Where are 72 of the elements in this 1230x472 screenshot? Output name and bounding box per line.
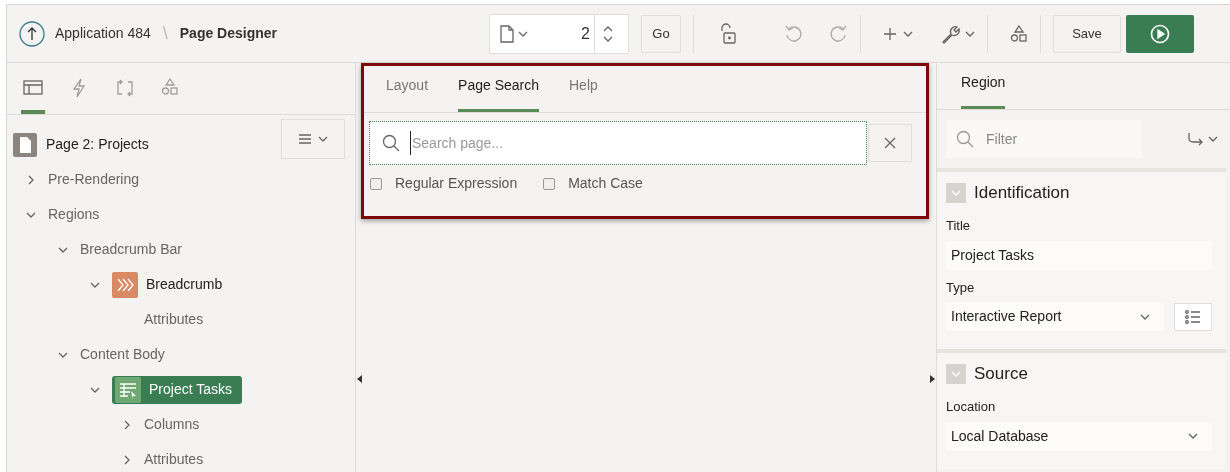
select-field[interactable]: Local Database bbox=[946, 421, 1212, 451]
page-title: Page Designer bbox=[179, 24, 278, 43]
sync-icon bbox=[115, 78, 135, 98]
page-icon bbox=[13, 132, 37, 157]
filter-field[interactable]: Filter bbox=[986, 127, 1126, 151]
list-icon bbox=[1185, 309, 1201, 324]
tree-node[interactable]: Regions bbox=[48, 200, 100, 229]
caret-icon bbox=[318, 135, 328, 143]
list-button[interactable] bbox=[1174, 302, 1212, 331]
select-field[interactable]: Interactive Report bbox=[946, 302, 1164, 331]
field-label: Location bbox=[946, 398, 997, 416]
tab[interactable]: Help bbox=[569, 72, 598, 112]
caret-icon bbox=[903, 29, 913, 38]
filter-box[interactable]: Filter bbox=[946, 120, 1142, 158]
spin-down-icon[interactable] bbox=[602, 35, 613, 43]
shapes-icon[interactable] bbox=[1010, 24, 1028, 43]
tree-node[interactable]: Columns bbox=[144, 410, 200, 439]
tree-menu-button[interactable] bbox=[281, 119, 345, 159]
checkbox-label: Match Case bbox=[568, 174, 643, 193]
tree-node[interactable]: Project Tasks bbox=[112, 375, 242, 404]
checkbox[interactable] bbox=[370, 177, 382, 190]
text-field[interactable]: Project Tasks bbox=[946, 240, 1212, 270]
page-icon bbox=[500, 24, 514, 43]
go-button[interactable]: Go bbox=[641, 14, 681, 53]
run-button[interactable] bbox=[1126, 14, 1194, 53]
caret-icon bbox=[1208, 135, 1218, 143]
spin-up-icon[interactable] bbox=[602, 24, 613, 32]
caret-icon bbox=[951, 189, 961, 197]
caret-icon bbox=[1140, 312, 1150, 321]
unlock-icon[interactable] bbox=[718, 22, 738, 45]
caret-icon bbox=[518, 29, 528, 38]
section-title: Identification bbox=[974, 182, 1070, 205]
application-link[interactable]: Application 484 bbox=[55, 23, 151, 44]
shapes-icon bbox=[161, 78, 181, 98]
tree-node[interactable]: Content Body bbox=[80, 340, 165, 369]
search-box[interactable]: Search page... bbox=[370, 122, 866, 164]
tree-node[interactable]: Attributes bbox=[144, 305, 204, 334]
collapse-right-icon[interactable] bbox=[930, 375, 935, 383]
go-to-group-button[interactable] bbox=[1188, 132, 1218, 146]
save-button[interactable]: Save bbox=[1053, 14, 1121, 53]
menu-icon bbox=[298, 134, 312, 144]
close-icon bbox=[884, 137, 896, 149]
turn-arrow-icon bbox=[1188, 132, 1204, 146]
breadcrumb-separator: \ bbox=[162, 22, 168, 45]
tree-node-label[interactable]: Page 2: Projects bbox=[46, 134, 149, 155]
caret-icon bbox=[951, 370, 961, 378]
search-field[interactable]: Search page... bbox=[410, 131, 866, 155]
tree-node[interactable]: Attributes bbox=[144, 445, 204, 472]
list-panel-icon bbox=[23, 78, 43, 98]
tree-node[interactable]: Breadcrumb bbox=[112, 270, 223, 299]
search-icon bbox=[382, 134, 400, 152]
search-icon bbox=[956, 130, 974, 148]
tree-node[interactable]: Breadcrumb Bar bbox=[80, 235, 182, 264]
collapse-left-icon[interactable] bbox=[357, 375, 362, 383]
tab[interactable]: Page Search bbox=[458, 72, 539, 112]
caret-icon bbox=[965, 29, 975, 38]
tab[interactable]: Region bbox=[961, 69, 1006, 109]
report-icon bbox=[115, 376, 141, 403]
tab[interactable]: Layout bbox=[386, 72, 429, 112]
plus-icon bbox=[883, 26, 897, 41]
section-title: Source bbox=[974, 363, 1028, 386]
play-icon bbox=[1150, 23, 1170, 44]
field-label: Type bbox=[946, 278, 976, 297]
checkbox-label: Regular Expression bbox=[395, 174, 518, 193]
wrench-icon bbox=[941, 23, 961, 44]
breadcrumb-icon bbox=[112, 271, 138, 298]
checkbox[interactable] bbox=[543, 177, 556, 190]
caret-icon bbox=[1188, 432, 1198, 440]
field-label: Title bbox=[946, 217, 972, 235]
tree-node[interactable]: Pre-Rendering bbox=[48, 165, 140, 194]
add-button[interactable] bbox=[883, 26, 913, 41]
utilities-button[interactable] bbox=[941, 23, 975, 44]
